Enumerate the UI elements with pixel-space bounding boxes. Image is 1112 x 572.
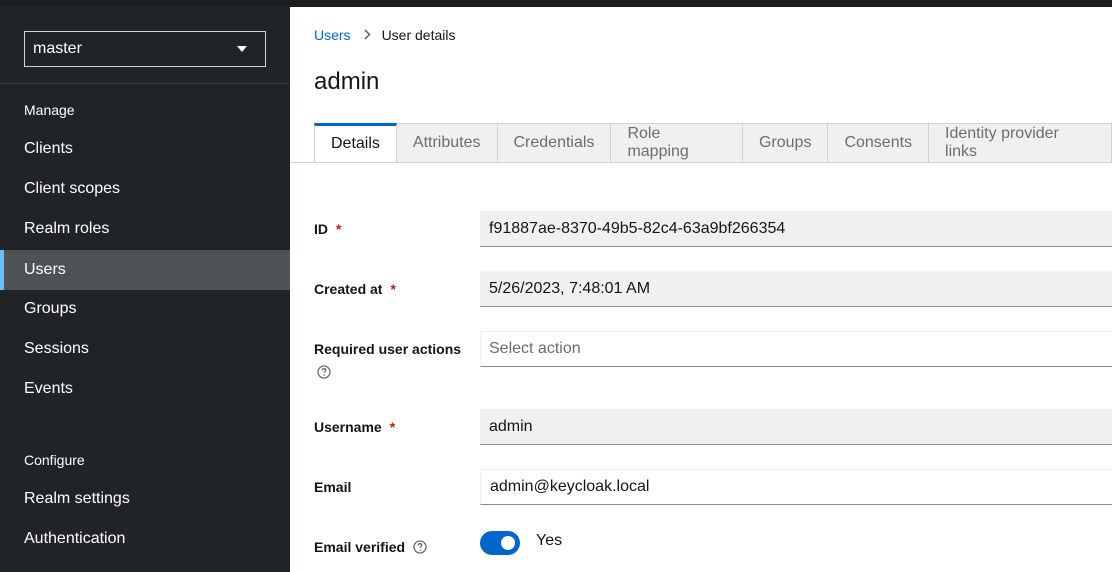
id-label: ID * (314, 221, 341, 237)
main-content: Users User details admin Details Attribu… (290, 7, 1112, 572)
created-at-field[interactable]: 5/26/2023, 7:48:01 AM (480, 271, 1112, 307)
sidebar-item-label: Sessions (24, 340, 89, 357)
chevron-right-icon (363, 28, 371, 43)
tab-role-mapping[interactable]: Role mapping (611, 123, 743, 163)
sidebar-item-label: Clients (24, 140, 73, 157)
required-actions-select[interactable]: Select action (480, 331, 1112, 367)
sidebar-item-users[interactable]: Users (0, 250, 290, 290)
realm-selector-value: master (33, 40, 82, 57)
id-label-text: ID (314, 221, 328, 237)
breadcrumb-link-users[interactable]: Users (314, 27, 351, 43)
sidebar: master Manage Clients Client scopes Real… (0, 7, 290, 572)
email-field[interactable]: admin@keycloak.local (480, 469, 1112, 505)
required-actions-label-text: Required user actions (314, 341, 462, 357)
sidebar-item-groups[interactable]: Groups (0, 289, 290, 329)
tab-identity-provider-links[interactable]: Identity provider links (929, 123, 1112, 163)
toggle-knob (501, 536, 515, 550)
help-circle-icon[interactable] (317, 365, 331, 379)
created-at-label: Created at * (314, 281, 396, 297)
tab-consents[interactable]: Consents (828, 123, 930, 163)
sidebar-item-label: Authentication (24, 530, 126, 547)
username-field[interactable]: admin (480, 409, 1112, 445)
nav-section-configure: Configure (24, 452, 85, 468)
breadcrumb: Users User details (314, 27, 455, 43)
required-actions-label: Required user actions (314, 341, 461, 357)
tab-details[interactable]: Details (314, 123, 397, 163)
email-verified-label-text: Email verified (314, 539, 406, 555)
help-circle-icon[interactable] (413, 540, 427, 554)
created-at-field-value: 5/26/2023, 7:48:01 AM (489, 279, 651, 297)
tab-attributes[interactable]: Attributes (396, 123, 498, 163)
sidebar-item-label: Events (24, 380, 73, 397)
sidebar-item-realm-roles[interactable]: Realm roles (0, 209, 290, 249)
sidebar-item-label: Realm roles (24, 220, 110, 237)
username-label-text: Username (314, 419, 382, 435)
sidebar-item-authentication[interactable]: Authentication (0, 519, 290, 559)
email-verified-toggle[interactable] (480, 531, 520, 555)
required-marker: * (389, 419, 396, 435)
email-field-value: admin@keycloak.local (490, 478, 650, 495)
email-label-text: Email (314, 479, 352, 495)
username-label: Username * (314, 419, 395, 435)
sidebar-item-realm-settings[interactable]: Realm settings (0, 479, 290, 519)
email-label: Email (314, 479, 351, 495)
id-field[interactable]: f91887ae-8370-49b5-82c4-63a9bf266354 (480, 211, 1112, 247)
tab-credentials[interactable]: Credentials (497, 123, 612, 163)
email-verified-label: Email verified (314, 539, 427, 555)
email-verified-toggle-label: Yes (536, 532, 563, 549)
tab-groups[interactable]: Groups (742, 123, 829, 163)
sidebar-divider (0, 83, 290, 84)
sidebar-item-label: Realm settings (24, 490, 130, 507)
realm-selector[interactable]: master (24, 31, 266, 67)
required-actions-placeholder: Select action (489, 340, 581, 357)
masthead-bar (0, 0, 1112, 7)
page-title: admin (314, 68, 380, 95)
tab-bar-divider (290, 162, 1112, 163)
sidebar-item-sessions[interactable]: Sessions (0, 329, 290, 369)
sidebar-item-clients[interactable]: Clients (0, 129, 290, 169)
caret-down-icon (237, 46, 247, 52)
sidebar-item-client-scopes[interactable]: Client scopes (0, 169, 290, 209)
created-at-label-text: Created at (314, 281, 383, 297)
sidebar-item-label: Client scopes (24, 180, 121, 197)
breadcrumb-current: User details (381, 27, 456, 43)
nav-section-manage: Manage (24, 102, 75, 118)
sidebar-item-label: Users (24, 261, 66, 278)
tab-bar: Details Attributes Credentials Role mapp… (314, 123, 1112, 163)
required-marker: * (336, 221, 342, 237)
sidebar-item-label: Groups (24, 300, 77, 317)
id-field-value: f91887ae-8370-49b5-82c4-63a9bf266354 (489, 219, 786, 237)
username-field-value: admin (489, 417, 533, 435)
required-marker: * (390, 281, 396, 297)
sidebar-item-events[interactable]: Events (0, 369, 290, 409)
